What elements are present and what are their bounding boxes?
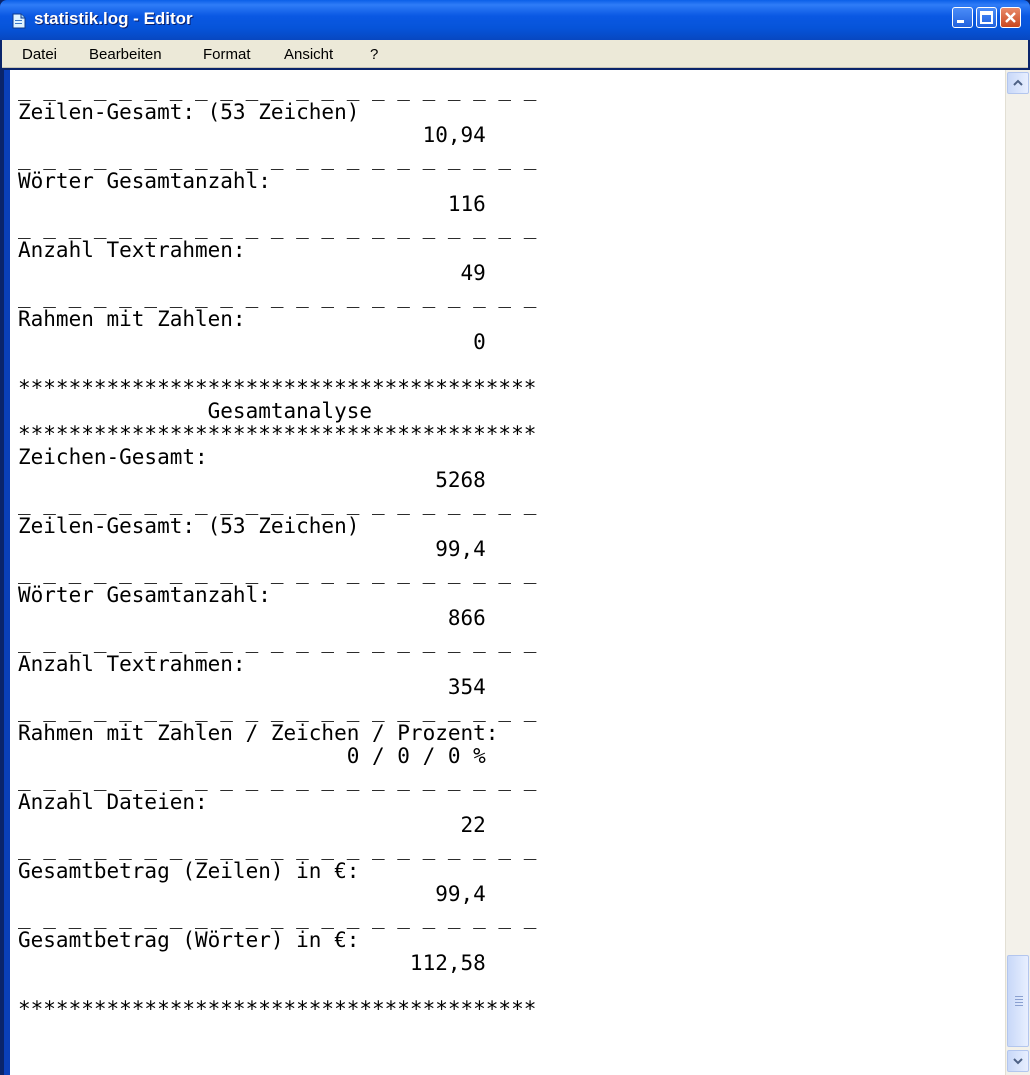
editor-text[interactable]: _ _ _ _ _ _ _ _ _ _ _ _ _ _ _ _ _ _ _ _ … bbox=[18, 78, 998, 1068]
minimize-icon bbox=[957, 20, 964, 23]
minimize-button[interactable] bbox=[952, 7, 973, 28]
scroll-up-arrow-icon bbox=[1013, 79, 1023, 86]
menu-help[interactable]: ? bbox=[370, 46, 378, 63]
close-icon bbox=[1005, 12, 1016, 23]
notepad-window: statistik.log - Editor Datei Bearbeiten … bbox=[0, 0, 1030, 1075]
title-bar[interactable]: statistik.log - Editor bbox=[0, 0, 1030, 40]
window-title: statistik.log - Editor bbox=[34, 9, 193, 28]
scroll-thumb[interactable] bbox=[1007, 955, 1029, 1047]
maximize-button[interactable] bbox=[976, 7, 997, 28]
text-editor[interactable]: _ _ _ _ _ _ _ _ _ _ _ _ _ _ _ _ _ _ _ _ … bbox=[4, 70, 1005, 1075]
maximize-icon bbox=[980, 11, 993, 24]
menu-bearbeiten[interactable]: Bearbeiten bbox=[89, 46, 162, 63]
menu-format[interactable]: Format bbox=[203, 46, 251, 63]
menu-bar: Datei Bearbeiten Format Ansicht ? bbox=[2, 40, 1028, 68]
notepad-icon bbox=[12, 13, 26, 29]
menu-datei[interactable]: Datei bbox=[22, 46, 57, 63]
scroll-up-button[interactable] bbox=[1007, 72, 1029, 94]
close-button[interactable] bbox=[1000, 7, 1021, 28]
scroll-down-button[interactable] bbox=[1007, 1050, 1029, 1072]
scroll-down-arrow-icon bbox=[1013, 1058, 1023, 1065]
menu-ansicht[interactable]: Ansicht bbox=[284, 46, 333, 63]
vertical-scrollbar[interactable] bbox=[1005, 70, 1030, 1075]
